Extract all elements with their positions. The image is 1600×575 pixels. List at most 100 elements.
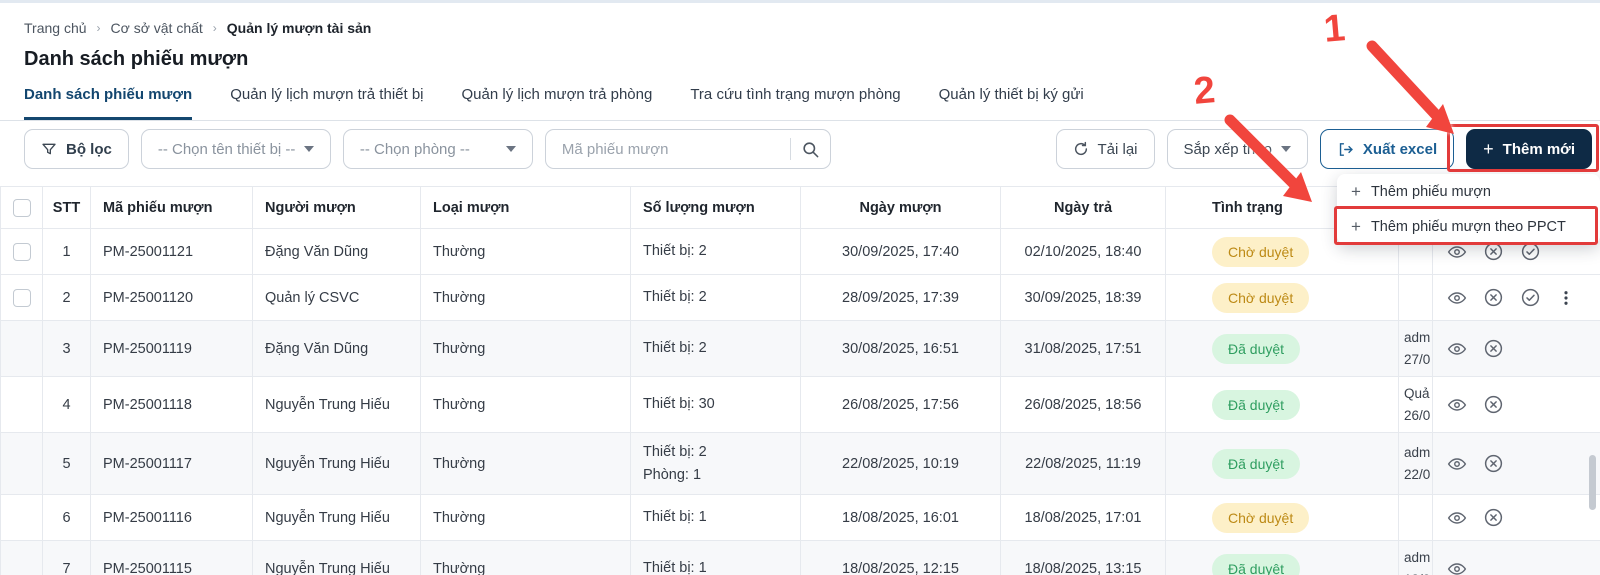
code-cell: PM-25001115 — [90, 540, 253, 575]
return-date-cell: 18/08/2025, 17:01 — [1000, 494, 1166, 541]
stt-cell: 3 — [42, 320, 91, 377]
status-cell: Đã duyệt — [1165, 540, 1399, 575]
room-select[interactable]: -- Chọn phòng -- — [342, 129, 533, 169]
status-badge: Chờ duyệt — [1212, 282, 1310, 313]
tab-lich-muon-tra-phong[interactable]: Quản lý lịch mượn trả phòng — [462, 86, 653, 121]
return-date-cell: 02/10/2025, 18:40 — [1000, 228, 1166, 275]
approve-check-icon[interactable] — [1520, 287, 1541, 308]
borrower-cell: Nguyễn Trung Hiếu — [252, 494, 421, 541]
code-cell: PM-25001121 — [90, 228, 253, 275]
chevron-down-icon — [304, 146, 315, 152]
tab-danh-sach-phieu-muon[interactable]: Danh sách phiếu mượn — [24, 86, 193, 121]
kebab-menu-icon[interactable] — [1557, 288, 1575, 308]
eye-icon[interactable] — [1447, 454, 1467, 474]
search-icon[interactable] — [801, 140, 820, 159]
quantity-cell: Thiết bị: 1 — [630, 494, 801, 541]
eye-icon[interactable] — [1447, 559, 1467, 575]
borrower-cell: Đặng Văn Dũng — [252, 228, 421, 275]
breadcrumb-separator: › — [212, 21, 217, 35]
row-select-cell — [0, 274, 43, 321]
breadcrumb-item-facilities[interactable]: Cơ sở vật chất — [111, 20, 203, 36]
quantity-cell: Thiết bị: 2 Phòng: 1 — [630, 432, 801, 495]
borrower-cell: Đặng Văn Dũng — [252, 320, 421, 377]
return-date-cell: 30/09/2025, 18:39 — [1000, 274, 1166, 321]
annotation-arrow-2 — [1224, 114, 1312, 202]
breadcrumb-item-home[interactable]: Trang chủ — [24, 20, 87, 36]
filter-button-label: Bộ lọc — [66, 140, 112, 158]
eye-icon[interactable] — [1447, 339, 1467, 359]
header-select-all — [0, 186, 43, 229]
quantity-cell: Thiết bị: 2 — [630, 228, 801, 275]
reject-x-icon[interactable] — [1483, 453, 1504, 474]
col-stt[interactable]: STT — [42, 186, 91, 229]
col-loai-muon[interactable]: Loại mượn — [420, 186, 631, 229]
approver-cell: adm 22/0 — [1398, 432, 1433, 495]
stt-cell: 7 — [42, 540, 91, 575]
page-top-border — [0, 0, 1600, 3]
device-select[interactable]: -- Chọn tên thiết bị -- — [140, 129, 331, 169]
row-checkbox[interactable] — [12, 242, 31, 261]
code-cell: PM-25001120 — [90, 274, 253, 321]
approver-cell: Quả 26/0 — [1398, 376, 1433, 433]
borrower-cell: Quản lý CSVC — [252, 274, 421, 321]
code-cell: PM-25001116 — [90, 494, 253, 541]
stt-cell: 6 — [42, 494, 91, 541]
refresh-icon — [1073, 141, 1089, 157]
eye-icon[interactable] — [1447, 288, 1467, 308]
col-so-luong-muon[interactable]: Số lượng mượn — [630, 186, 801, 229]
row-select-cell — [0, 320, 43, 377]
status-cell: Chờ duyệt — [1165, 274, 1399, 321]
device-select-value: -- Chọn tên thiết bị -- — [157, 140, 296, 158]
menu-item-them-phieu-muon[interactable]: + Thêm phiếu mượn — [1337, 174, 1600, 209]
search-input[interactable] — [559, 139, 780, 159]
breadcrumb: Trang chủ › Cơ sở vật chất › Quản lý mượ… — [24, 20, 371, 36]
search-box — [544, 129, 831, 169]
row-select-cell — [0, 494, 43, 541]
col-ngay-muon[interactable]: Ngày mượn — [800, 186, 1001, 229]
row-select-cell — [0, 540, 43, 575]
search-divider — [789, 138, 791, 160]
borrow-date-cell: 18/08/2025, 12:15 — [800, 540, 1001, 575]
status-badge: Đã duyệt — [1212, 448, 1301, 479]
tab-lich-muon-tra-thiet-bi[interactable]: Quản lý lịch mượn trả thiết bị — [230, 86, 423, 121]
reject-x-icon[interactable] — [1483, 507, 1504, 528]
status-cell: Chờ duyệt — [1165, 494, 1399, 541]
page-title: Danh sách phiếu mượn — [24, 48, 249, 70]
row-checkbox[interactable] — [12, 288, 31, 307]
eye-icon[interactable] — [1447, 508, 1467, 528]
borrow-date-cell: 30/09/2025, 17:40 — [800, 228, 1001, 275]
reload-button[interactable]: Tải lại — [1055, 129, 1155, 169]
quantity-cell: Thiết bị: 1 — [630, 540, 801, 575]
menu-item-label: Thêm phiếu mượn — [1370, 183, 1491, 200]
filter-button[interactable]: Bộ lọc — [24, 129, 129, 169]
plus-icon: + — [1351, 182, 1361, 201]
stt-cell: 2 — [42, 274, 91, 321]
table-row: 3 PM-25001119 Đặng Văn Dũng Thường Thiết bị:… — [0, 320, 1600, 377]
status-badge: Chờ duyệt — [1212, 236, 1310, 267]
tab-thiet-bi-ky-gui[interactable]: Quản lý thiết bị ký gửi — [939, 86, 1084, 121]
approver-cell — [1398, 274, 1433, 321]
status-cell: Đã duyệt — [1165, 432, 1399, 495]
reject-x-icon[interactable] — [1483, 287, 1504, 308]
row-select-cell — [0, 228, 43, 275]
stt-cell: 4 — [42, 376, 91, 433]
tab-tra-cuu-tinh-trang[interactable]: Tra cứu tình trạng mượn phòng — [690, 86, 900, 121]
reject-x-icon[interactable] — [1483, 394, 1504, 415]
actions-cell — [1432, 376, 1600, 433]
eye-icon[interactable] — [1447, 395, 1467, 415]
room-select-value: -- Chọn phòng -- — [359, 140, 470, 158]
borrow-date-cell: 26/08/2025, 17:56 — [800, 376, 1001, 433]
approver-cell: adm18/0 — [1398, 540, 1433, 575]
status-badge: Đã duyệt — [1212, 553, 1301, 575]
actions-cell — [1432, 432, 1600, 495]
select-all-checkbox[interactable] — [12, 198, 31, 217]
col-ma-phieu-muon[interactable]: Mã phiếu mượn — [90, 186, 253, 229]
highlight-box-add-button — [1447, 124, 1599, 172]
row-select-cell — [0, 432, 43, 495]
reject-x-icon[interactable] — [1483, 338, 1504, 359]
row-select-cell — [0, 376, 43, 433]
vertical-scrollbar-thumb[interactable] — [1589, 455, 1596, 510]
col-nguoi-muon[interactable]: Người mượn — [252, 186, 421, 229]
loan-type-cell: Thường — [420, 494, 631, 541]
col-ngay-tra[interactable]: Ngày trả — [1000, 186, 1166, 229]
